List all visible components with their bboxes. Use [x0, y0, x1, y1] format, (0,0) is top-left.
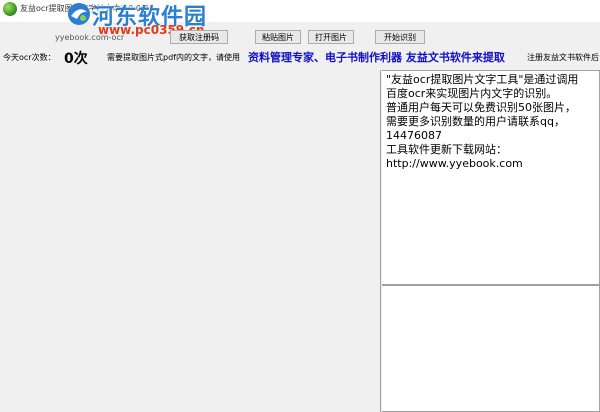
watermark-logo-icon: [68, 3, 90, 25]
register-promo-text: 注册友益文书软件后: [527, 53, 599, 62]
result-line: 工具软件更新下载网站：: [386, 143, 507, 156]
watermark-subtext: yyebook.com-ocr: [55, 33, 125, 42]
app-icon: [3, 2, 17, 16]
open-image-button[interactable]: 打开图片: [308, 30, 354, 44]
ocr-count-label: 今天ocr次数：: [3, 53, 56, 62]
result-line: 普通用户每天可以免费识别50张图片，: [386, 101, 576, 114]
result-line: http://www.yyebook.com: [386, 157, 523, 170]
paste-image-button[interactable]: 粘贴图片: [255, 30, 301, 44]
pdf-hint-text: 需要提取图片式pdf内的文字，请使用: [107, 53, 240, 62]
get-register-code-button[interactable]: 获取注册码: [170, 30, 228, 44]
start-recognition-button[interactable]: 开始识别: [375, 30, 425, 44]
image-preview-panel[interactable]: [0, 70, 381, 412]
result-line: "友益ocr提取图片文字工具"是通过调用: [386, 73, 579, 86]
ocr-count-value: 0次: [64, 51, 88, 67]
promo-link[interactable]: 资料管理专家、电子书制作利器 友益文书软件来提取: [248, 49, 505, 65]
result-line: 14476087: [386, 129, 442, 142]
secondary-text-area[interactable]: [382, 285, 600, 412]
result-line: 百度ocr来实现图片内文字的识别。: [386, 87, 558, 100]
result-text-area[interactable]: "友益ocr提取图片文字工具"是通过调用 百度ocr来实现图片内文字的识别。 普…: [382, 70, 600, 285]
result-line: 需要更多识别数量的用户请联系qq，: [386, 115, 565, 128]
